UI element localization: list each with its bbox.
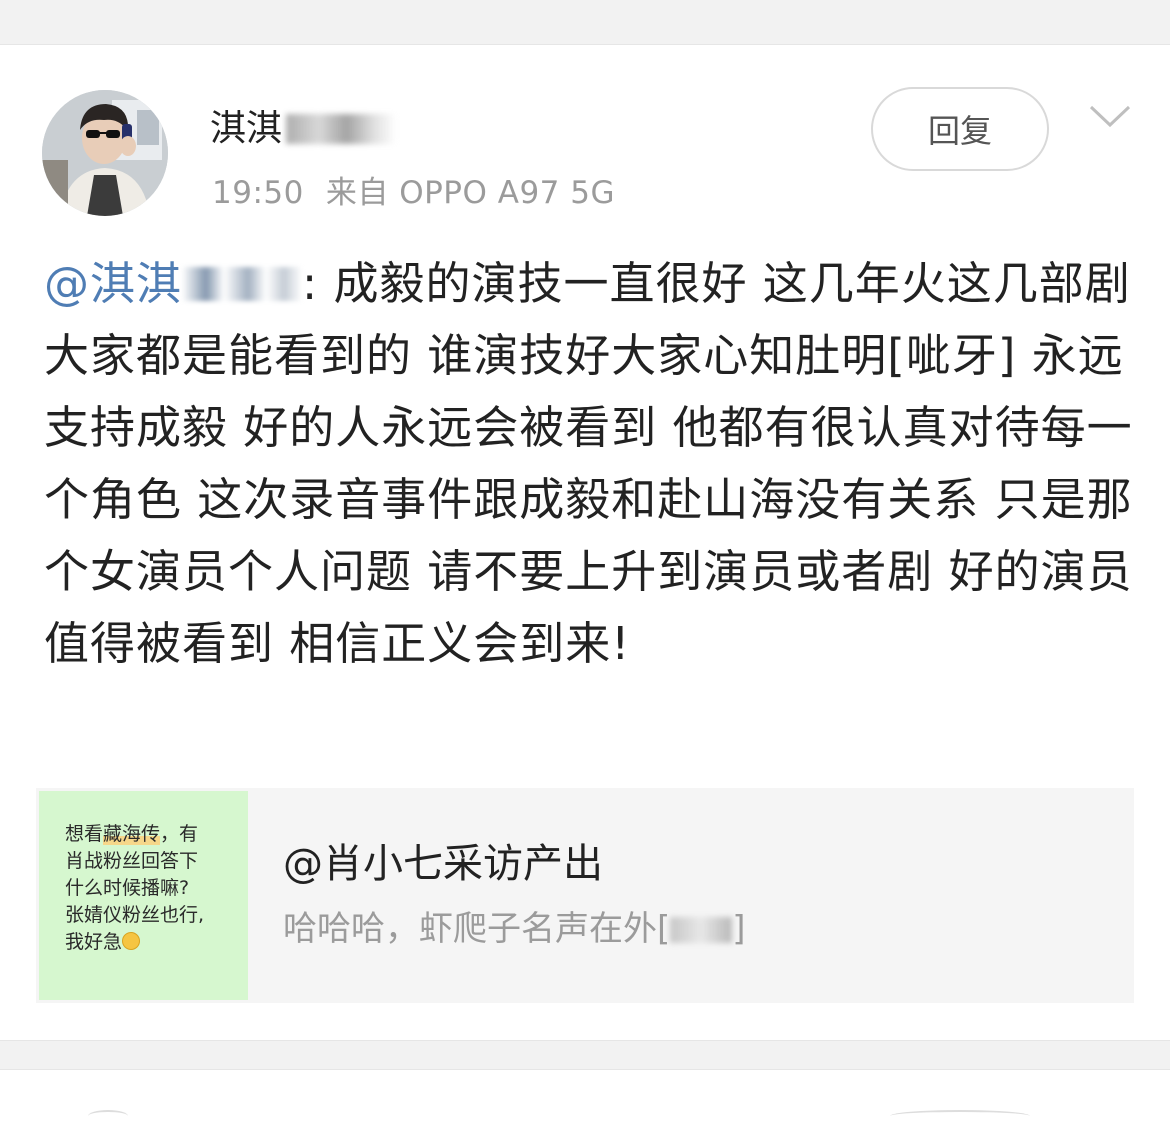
quoted-post[interactable]: 想看藏海传，有 肖战粉丝回答下 什么时候播嘛? 张婧仪粉丝也行, 我好急 @肖小… [36,788,1134,1003]
thumb-highlight: 藏海传 [103,823,161,845]
comment-card: 淇淇 19:50 来自 OPPO A97 5G 回复 @淇淇: 成毅的演技一直很好… [0,45,1170,1040]
next-avatar-edge [88,1110,128,1122]
username[interactable]: 淇淇 [210,107,397,151]
avatar[interactable] [42,90,168,216]
comment-text: : 成毅的演技一直很好 这几年火这几部剧大家都是能看到的 谁演技好大家心知肚明[… [44,257,1133,670]
feed-separator-top [0,0,1170,45]
reply-button[interactable]: 回复 [871,87,1049,171]
quoted-excerpt-blurred [670,917,733,943]
mention-link[interactable]: @淇淇 [44,257,182,310]
next-card-peek [0,1070,1170,1116]
mention-blurred-part [182,267,303,301]
post-meta: 19:50 来自 OPPO A97 5G [212,173,615,213]
quoted-author: @肖小七采访产出 [283,841,603,887]
thumb-text-2: ，有 [160,823,199,845]
username-blurred-part [286,114,397,144]
post-time: 19:50 [212,175,304,211]
chevron-down-icon[interactable] [1088,103,1132,131]
smile-emoji-icon [122,932,141,950]
thumb-text-1: 想看 [65,823,104,845]
post-source: 来自 OPPO A97 5G [325,175,615,211]
feed-separator-bottom [0,1040,1170,1070]
quoted-excerpt-text: 哈哈哈，虾爬子名声在外[ [283,909,671,949]
quoted-excerpt: 哈哈哈，虾爬子名声在外[] [283,909,746,949]
comment-body: @淇淇: 成毅的演技一直很好 这几年火这几部剧大家都是能看到的 谁演技好大家心知… [44,248,1134,680]
next-reply-edge [890,1110,1030,1122]
username-text: 淇淇 [210,108,283,149]
quoted-thumbnail: 想看藏海传，有 肖战粉丝回答下 什么时候播嘛? 张婧仪粉丝也行, 我好急 [39,791,248,1000]
